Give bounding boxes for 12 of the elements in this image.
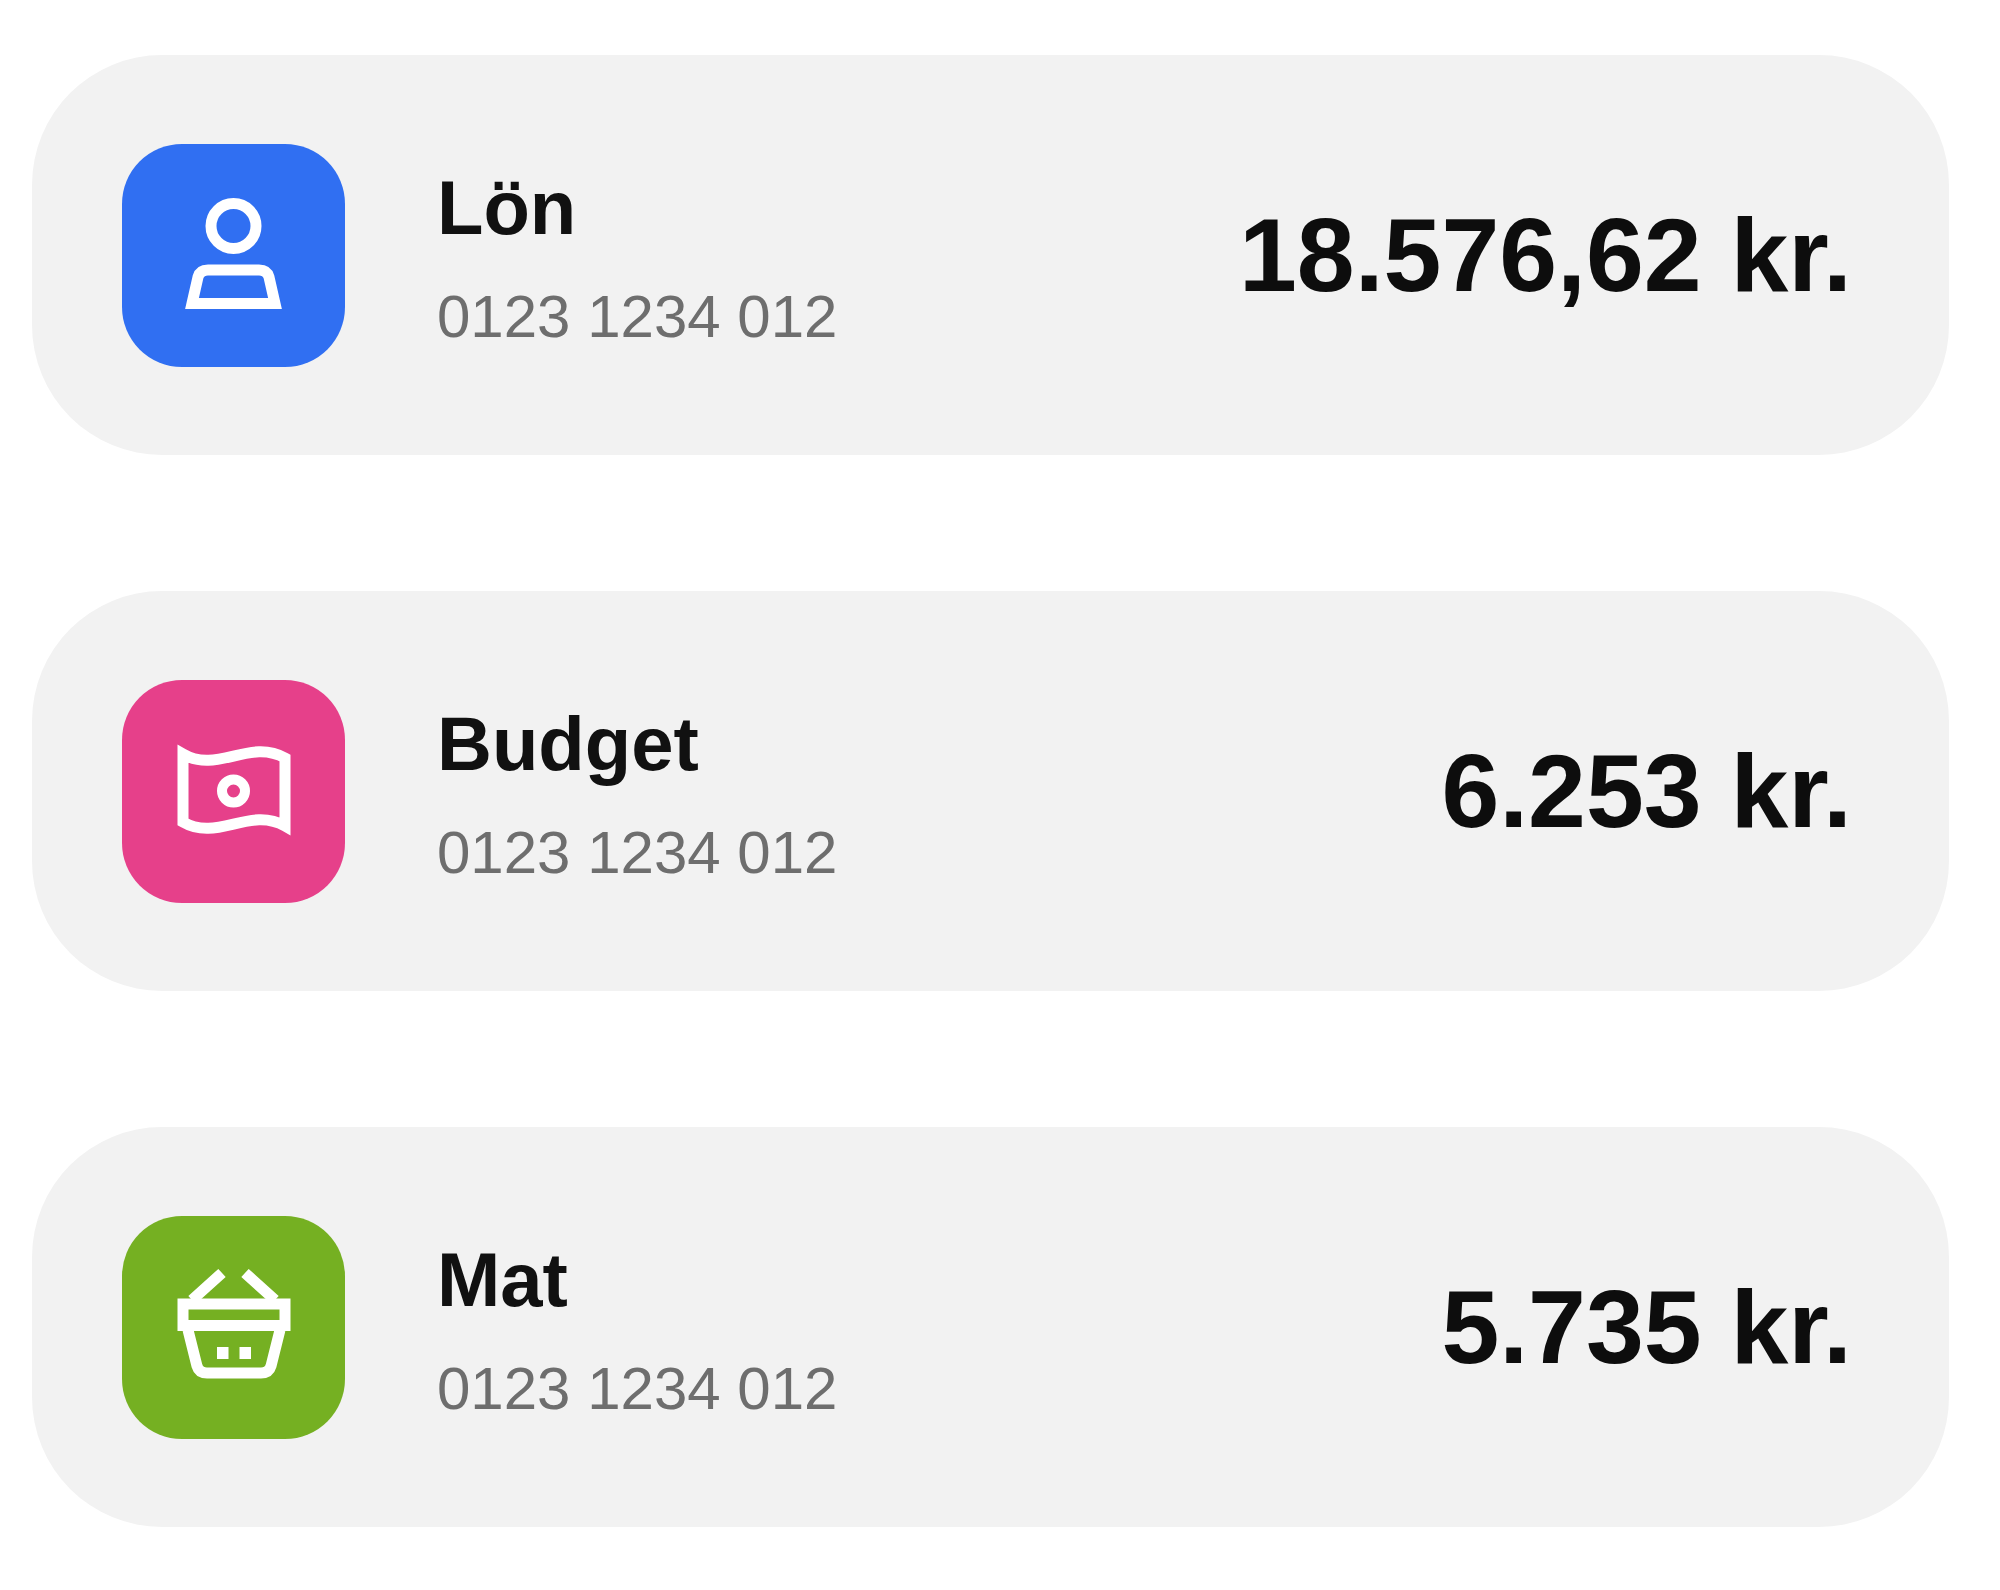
- account-balance: 18.576,62 kr.: [1238, 196, 1852, 315]
- account-card[interactable]: Mat 0123 1234 012 5.735 kr.: [32, 1127, 1949, 1527]
- account-card[interactable]: Budget 0123 1234 012 6.253 kr.: [32, 591, 1949, 991]
- account-number: 0123 1234 012: [437, 1354, 838, 1424]
- account-card[interactable]: Lön 0123 1234 012 18.576,62 kr.: [32, 55, 1949, 455]
- account-name: Mat: [437, 1240, 569, 1320]
- account-number: 0123 1234 012: [437, 282, 838, 352]
- account-name: Budget: [437, 704, 700, 784]
- account-number: 0123 1234 012: [437, 818, 838, 888]
- account-balance: 6.253 kr.: [1441, 732, 1852, 851]
- account-balance: 5.735 kr.: [1441, 1268, 1852, 1387]
- account-name: Lön: [437, 168, 578, 248]
